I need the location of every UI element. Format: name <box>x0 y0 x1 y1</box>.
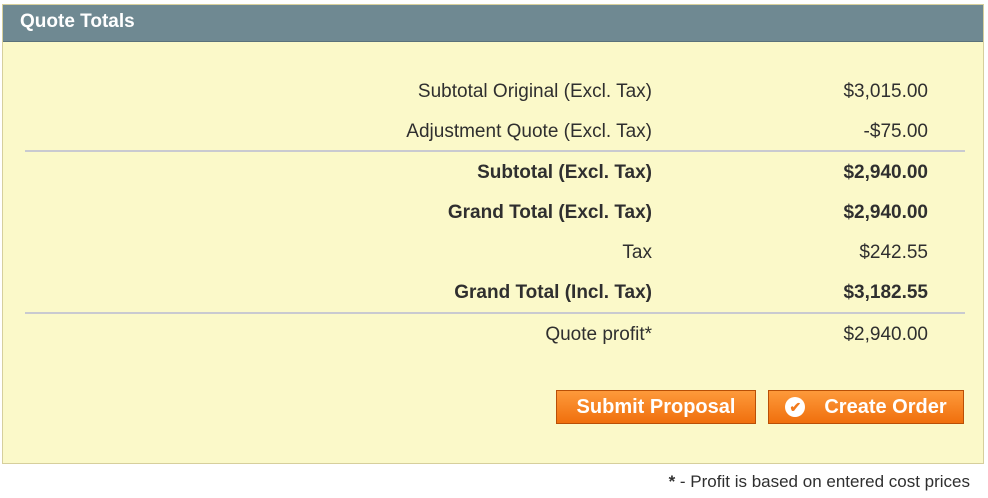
subtotal-original-label: Subtotal Original (Excl. Tax) <box>417 81 652 102</box>
grand-total-excl-value: $2,940.00 <box>843 202 928 223</box>
panel-title: Quote Totals <box>20 11 135 32</box>
subtotal-value: $2,940.00 <box>843 162 928 183</box>
profit-footnote: * - Profit is based on entered cost pric… <box>669 472 970 492</box>
quote-profit-label: Quote profit* <box>545 324 652 345</box>
divider <box>25 312 965 314</box>
adjustment-row: Adjustment Quote (Excl. Tax) -$75.00 <box>3 112 985 152</box>
quote-totals-panel: Quote Totals Subtotal Original (Excl. Ta… <box>2 4 984 464</box>
adjustment-label: Adjustment Quote (Excl. Tax) <box>406 121 652 142</box>
grand-total-incl-value: $3,182.55 <box>843 282 928 303</box>
grand-total-incl-row: Grand Total (Incl. Tax) $3,182.55 <box>3 273 985 313</box>
create-order-button[interactable]: ✔ Create Order <box>768 390 964 424</box>
subtotal-row: Subtotal (Excl. Tax) $2,940.00 <box>3 153 985 193</box>
create-order-label: Create Order <box>824 395 947 418</box>
submit-proposal-button[interactable]: Submit Proposal <box>556 390 756 424</box>
grand-total-incl-label: Grand Total (Incl. Tax) <box>454 282 652 303</box>
subtotal-label: Subtotal (Excl. Tax) <box>477 162 652 183</box>
quote-profit-value: $2,940.00 <box>843 324 928 345</box>
checkmark-circle-icon: ✔ <box>785 397 806 417</box>
submit-proposal-label: Submit Proposal <box>576 395 736 418</box>
adjustment-value: -$75.00 <box>863 121 928 142</box>
subtotal-original-value: $3,015.00 <box>843 81 928 102</box>
divider <box>25 150 965 152</box>
tax-label: Tax <box>622 242 652 263</box>
panel-header: Quote Totals <box>3 5 983 42</box>
subtotal-original-row: Subtotal Original (Excl. Tax) $3,015.00 <box>3 72 985 112</box>
tax-value: $242.55 <box>859 242 928 263</box>
quote-profit-row: Quote profit* $2,940.00 <box>3 315 985 355</box>
grand-total-excl-label: Grand Total (Excl. Tax) <box>447 202 652 223</box>
grand-total-excl-row: Grand Total (Excl. Tax) $2,940.00 <box>3 193 985 233</box>
tax-row: Tax $242.55 <box>3 233 985 273</box>
footnote-text: - Profit is based on entered cost prices <box>675 472 970 491</box>
